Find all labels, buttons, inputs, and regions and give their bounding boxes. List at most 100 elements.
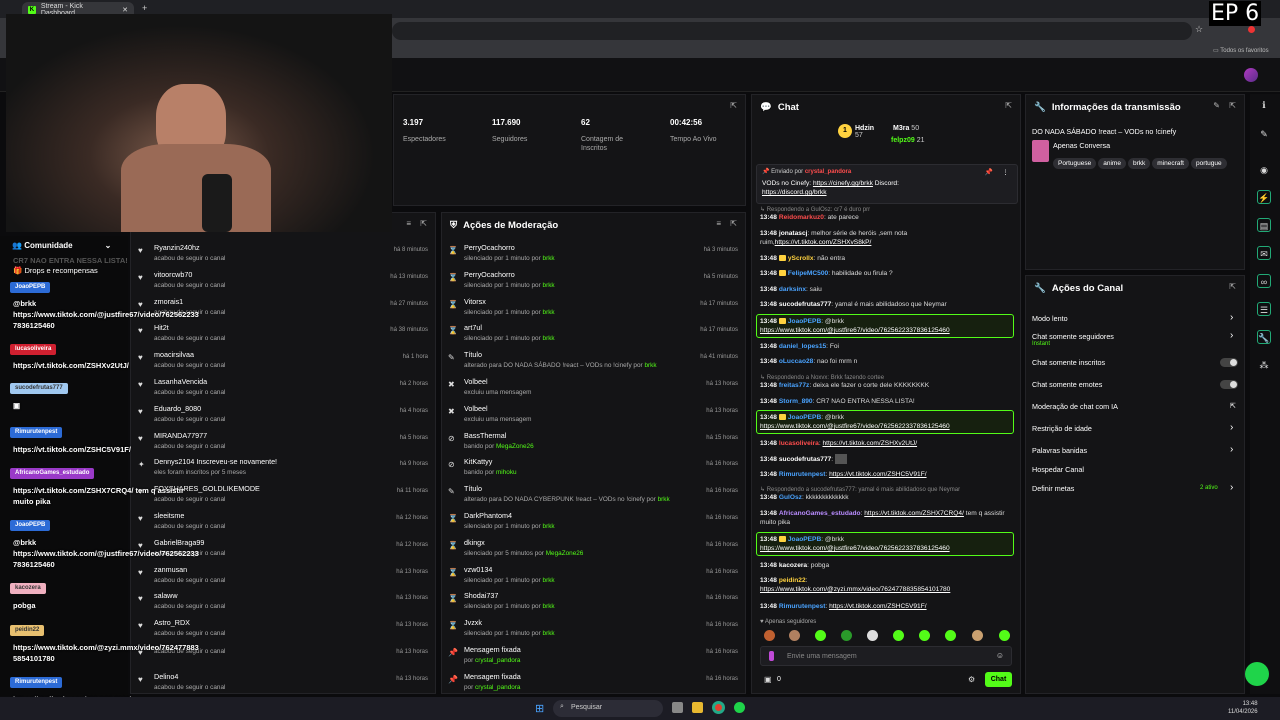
filter-icon[interactable]: ≡ xyxy=(406,219,411,228)
profile-icon[interactable] xyxy=(1248,26,1255,33)
channel-action-item[interactable]: Moderação de chat com IA xyxy=(1032,402,1237,411)
tag-pill[interactable]: brkk xyxy=(1127,158,1151,169)
chat-message: 13:48 Storm_890: CR7 NAO ENTRA NESSA LIST… xyxy=(760,398,915,405)
pin-icon[interactable]: 📌 xyxy=(985,168,993,177)
spotify-icon[interactable] xyxy=(734,702,745,713)
address-bar[interactable] xyxy=(392,22,1192,40)
info-icon[interactable]: ℹ xyxy=(1257,98,1271,112)
points-icon[interactable]: ▣ xyxy=(764,675,772,684)
moderation-action: silenciado por 1 minuto por xyxy=(464,630,543,638)
emote-icon[interactable] xyxy=(764,630,775,641)
pinned-link[interactable]: https://cinefy.gg/brkk xyxy=(813,180,873,187)
moderation-action-icon: ⌛ xyxy=(448,514,458,523)
pinned-message[interactable]: 📌 Enviado por crystal_pandora VODs no Ci… xyxy=(756,164,1018,204)
popout-icon[interactable]: ⇱ xyxy=(730,219,737,228)
moderator-name: brkk xyxy=(542,281,555,289)
wrench-icon[interactable]: 🔧 xyxy=(1257,330,1271,344)
windows-start-icon[interactable]: ⊞ xyxy=(535,702,544,715)
stat-followers: 117.690 Seguidores xyxy=(492,118,577,144)
message-icon[interactable]: ✉ xyxy=(1257,246,1271,260)
channel-action-item[interactable]: Modo lento xyxy=(1032,314,1237,323)
channel-action-item[interactable]: Chat somente seguidores Instant xyxy=(1032,332,1237,347)
link-icon[interactable]: ∞ xyxy=(1257,274,1271,288)
mic-icon[interactable] xyxy=(769,651,774,661)
popout-icon[interactable]: ⇱ xyxy=(730,101,737,110)
emote-icon[interactable] xyxy=(945,630,956,641)
emote-icon[interactable] xyxy=(841,630,852,641)
leader-points: 57 xyxy=(855,132,863,139)
bookmark-star-icon[interactable]: ☆ xyxy=(1195,24,1203,35)
favorites-folder[interactable]: ▭ Todos os favoritos xyxy=(1213,47,1269,54)
send-chat-button[interactable]: Chat xyxy=(985,672,1012,687)
filter-icon[interactable]: ≡ xyxy=(716,219,721,228)
chat-message: 13:48 darksinx: saiu xyxy=(760,286,822,293)
task-view-icon[interactable] xyxy=(672,702,683,713)
toggle-switch[interactable] xyxy=(1220,380,1238,389)
moderation-action-icon: ⊘ xyxy=(448,460,455,470)
chat-message: 13:48 kacozera: pobga xyxy=(760,562,830,569)
new-tab-icon[interactable]: + xyxy=(142,3,147,13)
emote-icon[interactable] xyxy=(815,630,826,641)
whatsapp-icon[interactable] xyxy=(1245,662,1269,686)
emoji-icon[interactable]: ☺ xyxy=(996,651,1004,660)
channel-action-item[interactable]: Restrição de idade xyxy=(1032,424,1237,433)
channel-action-item[interactable]: Chat somente inscritos xyxy=(1032,358,1237,367)
emote-icon[interactable] xyxy=(919,630,930,641)
chevron-right-icon[interactable]: › xyxy=(1230,422,1233,433)
emote-icon[interactable] xyxy=(999,630,1010,641)
community-header[interactable]: 👥 Comunidade ⌄ xyxy=(12,241,111,250)
activity-row: ♥ salaww acabou de seguir o canal há 13 hor… xyxy=(138,591,434,617)
moderation-detail: banido por mihoku xyxy=(464,469,744,476)
channel-action-item[interactable]: Chat somente emotes xyxy=(1032,380,1237,389)
popout-icon[interactable]: ⇱ xyxy=(420,219,427,228)
heart-icon: ♥ xyxy=(138,674,143,684)
toggle-switch[interactable] xyxy=(1220,358,1238,367)
edit-icon[interactable]: ✎ xyxy=(1213,101,1220,110)
activity-action: acabou de seguir o canal xyxy=(154,630,226,638)
pencil-icon[interactable]: ✎ xyxy=(1257,127,1271,141)
moderation-time: há 5 minutos xyxy=(703,273,738,280)
pinned-link2[interactable]: https://discord.gg/brkk xyxy=(762,189,827,196)
tag-pill[interactable]: portugue xyxy=(1190,158,1227,169)
popout-icon[interactable]: ⇱ xyxy=(1005,101,1012,110)
more-icon[interactable]: ⋮ xyxy=(1002,168,1009,177)
tag-pill[interactable]: Portuguese xyxy=(1053,158,1097,169)
tag-pill[interactable]: anime xyxy=(1098,158,1126,169)
channel-action-item[interactable]: Hospedar Canal xyxy=(1032,465,1237,474)
external-link-icon[interactable]: ⇱ xyxy=(1230,402,1236,410)
activity-time: há 13 horas xyxy=(396,595,428,602)
apps-icon[interactable]: ⁂ xyxy=(1257,358,1271,372)
channel-action-item[interactable]: Definir metas 2 ativo xyxy=(1032,484,1237,493)
user-avatar[interactable] xyxy=(1244,68,1258,82)
taskbar-search[interactable]: ⌕ Pesquisar xyxy=(553,700,663,717)
file-explorer-icon[interactable] xyxy=(692,702,703,713)
camera-icon[interactable]: ◉ xyxy=(1257,163,1271,177)
heart-icon: ♥ xyxy=(138,353,143,363)
lightning-icon[interactable]: ⚡ xyxy=(1257,190,1271,204)
emote-icon[interactable] xyxy=(789,630,800,641)
emote-icon[interactable] xyxy=(893,630,904,641)
chat-input[interactable]: Envie uma mensagem ☺ xyxy=(760,646,1012,666)
chevron-right-icon[interactable]: › xyxy=(1230,444,1233,455)
moderator-name: brkk xyxy=(542,308,555,316)
stat-label: Tempo Ao Vivo xyxy=(670,136,717,143)
emote-icon[interactable] xyxy=(867,630,878,641)
popout-icon[interactable]: ⇱ xyxy=(1229,101,1236,110)
clipboard-icon[interactable]: ▤ xyxy=(1257,218,1271,232)
overlay-message: https://www.tiktok.com/@zyzi.mmx/video/7… xyxy=(13,643,199,663)
chevron-right-icon[interactable]: › xyxy=(1230,312,1233,323)
chat-message: 13:48 JoaoPEPB: @brkk https://www.tiktok.c… xyxy=(760,536,950,552)
channel-action-item[interactable]: Palavras banidas xyxy=(1032,446,1237,455)
chevron-right-icon[interactable]: › xyxy=(1230,330,1233,341)
drops-rewards[interactable]: 🎁 Drops e recompensas xyxy=(13,266,98,275)
leader-name: M3ra xyxy=(893,125,910,132)
close-tab-icon[interactable]: ✕ xyxy=(122,6,128,14)
kick-favicon: K xyxy=(28,6,36,14)
settings-gear-icon[interactable]: ⚙ xyxy=(968,675,975,684)
emote-icon[interactable] xyxy=(972,630,983,641)
popout-icon[interactable]: ⇱ xyxy=(1229,282,1236,291)
chevron-right-icon[interactable]: › xyxy=(1230,482,1233,493)
list-icon[interactable]: ☰ xyxy=(1257,302,1271,316)
chrome-icon[interactable] xyxy=(712,701,725,714)
tag-pill[interactable]: minecraft xyxy=(1152,158,1189,169)
